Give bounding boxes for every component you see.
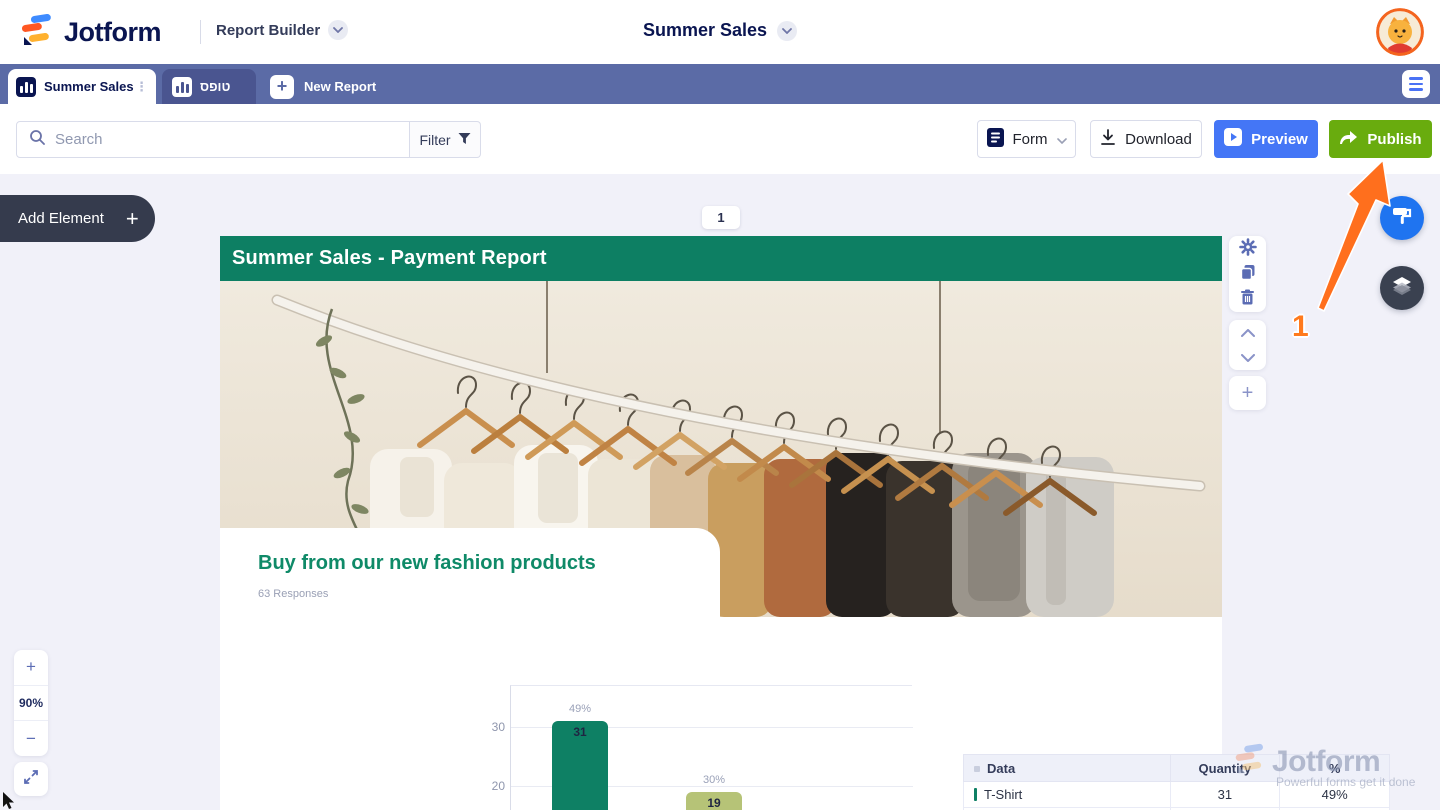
bar-t-shirt[interactable]: 49% 31 xyxy=(552,721,608,810)
zoom-control: + 90% − xyxy=(14,650,48,756)
report-page[interactable]: Summer Sales - Payment Report xyxy=(220,236,1222,810)
download-button[interactable]: Download xyxy=(1090,120,1202,158)
series-color-chip xyxy=(974,788,977,801)
play-preview-icon xyxy=(1224,128,1242,150)
publish-button[interactable]: Publish xyxy=(1329,120,1432,158)
element-move-rail xyxy=(1229,320,1266,370)
mouse-cursor xyxy=(2,792,16,810)
report-tabbar: Summer Sales ⋮ טופס + New Report xyxy=(0,64,1440,104)
download-icon xyxy=(1100,129,1116,150)
filter-funnel-icon xyxy=(458,132,471,148)
zoom-in-button[interactable]: + xyxy=(14,650,48,685)
plus-icon: + xyxy=(270,75,294,99)
report-header-element[interactable]: Summer Sales - Payment Report xyxy=(220,236,1222,281)
layers-icon xyxy=(1390,274,1414,303)
report-header-title: Summer Sales - Payment Report xyxy=(232,247,547,270)
chart-responses-count: 63 Responses xyxy=(258,588,328,600)
tab-summer-sales[interactable]: Summer Sales ⋮ xyxy=(8,69,156,104)
settings-gear-icon[interactable] xyxy=(1239,238,1257,261)
form-icon xyxy=(987,128,1004,151)
preview-button[interactable]: Preview xyxy=(1214,120,1318,158)
bar-percent-label: 49% xyxy=(552,703,608,715)
bar-sweatshirt[interactable]: 30% 19 xyxy=(686,792,742,810)
watermark-brand: Jotform xyxy=(1272,745,1380,779)
jotform-logo-icon xyxy=(1232,742,1266,781)
bar-chart-icon xyxy=(172,77,192,97)
publish-share-icon xyxy=(1339,130,1358,149)
tab-second-report[interactable]: טופס xyxy=(162,69,256,104)
user-avatar[interactable] xyxy=(1376,8,1424,56)
page-number-badge: 1 xyxy=(702,206,740,229)
zoom-out-button[interactable]: − xyxy=(14,721,48,756)
y-axis-tick: 30 xyxy=(479,720,505,734)
report-designer-button[interactable] xyxy=(1380,196,1424,240)
jotform-report-builder: { "header": { "brand": "Jotform", "produ… xyxy=(0,0,1440,810)
y-axis-tick: 20 xyxy=(479,779,505,793)
app-header: Jotform Report Builder Summer Sales xyxy=(0,0,1440,64)
zoom-level: 90% xyxy=(14,685,48,722)
bar-chart-icon xyxy=(16,77,36,97)
chevron-down-icon[interactable] xyxy=(777,21,797,41)
chevron-down-icon xyxy=(1057,131,1067,148)
tab-list-menu-button[interactable] xyxy=(1402,70,1430,98)
chart-title: Buy from our new fashion products xyxy=(258,552,596,575)
search-box[interactable] xyxy=(16,121,410,158)
tab-menu-dots-icon[interactable]: ⋮ xyxy=(135,82,148,92)
duplicate-icon[interactable] xyxy=(1240,264,1256,285)
element-actions-rail xyxy=(1229,236,1266,312)
report-toolbar: Filter Form Download Preview xyxy=(0,104,1440,174)
watermark-tagline: Powerful forms get it done xyxy=(1276,775,1422,789)
pages-layers-button[interactable] xyxy=(1380,266,1424,310)
jotform-watermark: Jotform Powerful forms get it done xyxy=(1232,742,1422,789)
bar-value-label: 19 xyxy=(686,796,742,810)
expand-arrows-icon xyxy=(23,769,39,790)
bar-percent-label: 30% xyxy=(686,774,742,786)
add-page-rail: + xyxy=(1229,376,1266,410)
chevron-up-icon[interactable] xyxy=(1241,324,1255,342)
bar-chart[interactable]: 30 20 10 49% 31 30% 19 21% 13 xyxy=(510,685,912,810)
filter-button[interactable]: Filter xyxy=(410,121,481,158)
paint-roller-icon xyxy=(1391,205,1413,232)
add-element-button[interactable]: Add Element + xyxy=(0,195,155,242)
bar-value-label: 31 xyxy=(552,725,608,739)
column-bullet-icon xyxy=(974,766,980,772)
trash-icon[interactable] xyxy=(1240,289,1255,310)
plus-icon[interactable]: + xyxy=(1242,382,1254,405)
new-report-button[interactable]: + New Report xyxy=(262,69,384,104)
search-icon xyxy=(29,129,45,150)
search-input[interactable] xyxy=(55,131,397,148)
fit-to-screen-button[interactable] xyxy=(14,762,48,796)
report-canvas: Add Element + 1 Summer Sales - Payment R… xyxy=(0,174,1440,810)
plus-icon: + xyxy=(126,206,139,232)
report-title-dropdown[interactable]: Summer Sales xyxy=(643,20,767,41)
chevron-down-icon[interactable] xyxy=(1241,349,1255,367)
form-source-button[interactable]: Form xyxy=(977,120,1076,158)
annotation-step-number: 1 xyxy=(1292,310,1309,344)
